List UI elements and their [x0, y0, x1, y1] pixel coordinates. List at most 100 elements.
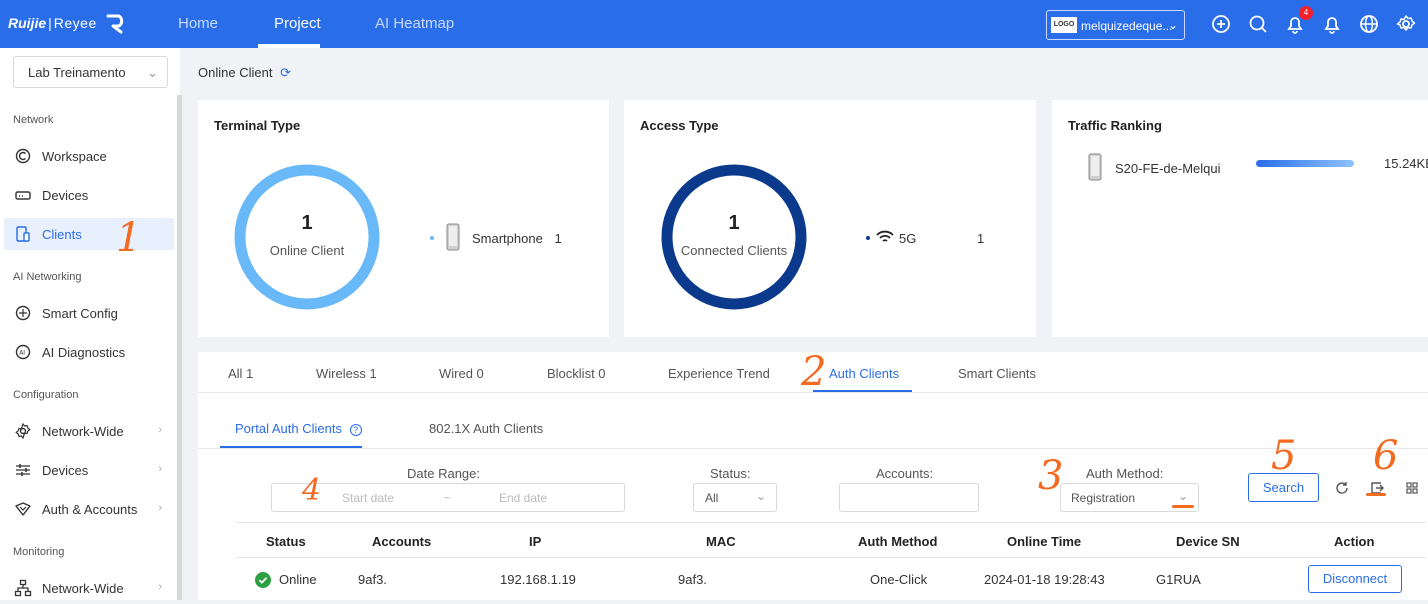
chevron-right-icon: › — [158, 581, 162, 593]
tab-experience-trend[interactable]: Experience Trend — [668, 366, 770, 381]
nav-home[interactable]: Home — [178, 15, 218, 32]
row-auth-method: One-Click — [870, 572, 928, 587]
sidebar-item-label: Auth & Accounts — [42, 502, 138, 517]
sidebar-item-label: Devices — [42, 463, 89, 478]
sidebar-item-auth-accounts[interactable]: Auth & Accounts › — [4, 493, 174, 525]
sidebar-item-workspace[interactable]: Workspace — [4, 140, 174, 172]
date-range-picker[interactable]: Start date ~ End date — [271, 483, 625, 512]
sidebar-item-label: Clients — [42, 227, 82, 242]
refresh-icon[interactable] — [1334, 480, 1350, 496]
sidebar-item-clients[interactable]: Clients — [4, 218, 174, 250]
smartphone-icon — [1088, 153, 1102, 181]
wifi-icon — [876, 230, 894, 242]
tab-8021x-auth-clients[interactable]: 802.1X Auth Clients — [429, 421, 543, 436]
legend-dot — [866, 236, 870, 240]
annotation-underline — [1172, 505, 1194, 508]
sidebar-item-config-devices[interactable]: Devices › — [4, 454, 174, 486]
sidebar-item-devices[interactable]: Devices — [4, 179, 174, 211]
row-account: 9af3. — [358, 572, 387, 587]
tab-wireless[interactable]: Wireless 1 — [316, 366, 377, 381]
disconnect-button[interactable]: Disconnect — [1308, 565, 1402, 593]
row-device-sn: G1RUA — [1156, 572, 1201, 587]
tab-blocklist[interactable]: Blocklist 0 — [547, 366, 606, 381]
sidebar-item-label: Smart Config — [42, 306, 118, 321]
logo-brand: Ruijie — [8, 15, 47, 31]
connected-client-label: Connected Clients — [680, 243, 788, 258]
active-subtab-indicator — [220, 446, 362, 448]
subtab-divider — [198, 448, 1428, 449]
ruijie-reyee-logo[interactable]: Ruijie | Reyee — [8, 12, 129, 34]
globe-language-icon[interactable] — [1358, 13, 1380, 35]
online-client-label: Online Client — [269, 243, 345, 258]
accounts-input[interactable] — [839, 483, 979, 512]
column-device-sn: Device SN — [1176, 534, 1240, 549]
card-title: Access Type — [640, 118, 719, 133]
tab-auth-clients[interactable]: Auth Clients — [829, 366, 899, 381]
date-range-label: Date Range: — [407, 466, 480, 481]
sidebar-item-label: Network-Wide — [42, 581, 124, 596]
sidebar-item-label: Workspace — [42, 149, 107, 164]
tab-portal-auth-clients[interactable]: Portal Auth Clients ? — [235, 421, 362, 436]
sidebar-item-label: Devices — [42, 188, 89, 203]
gear-icon — [15, 422, 31, 440]
project-selector[interactable]: Lab Treinamento ⌄ — [13, 56, 168, 88]
column-mac: MAC — [706, 534, 736, 549]
reyee-logo-mark-icon — [106, 14, 123, 34]
annotation-3: 3 — [1038, 453, 1064, 499]
tab-all[interactable]: All 1 — [228, 366, 253, 381]
add-circle-icon[interactable] — [1210, 13, 1232, 35]
notification-count-badge: 4 — [1299, 6, 1313, 20]
search-icon[interactable] — [1247, 13, 1269, 35]
active-tab-indicator — [813, 390, 912, 392]
breadcrumb: Online Client ⟳ — [198, 65, 291, 81]
chevron-down-icon: ⌄ — [1167, 18, 1178, 32]
router-icon — [15, 191, 31, 200]
account-selector[interactable]: LOGO melquizedeque... ⌄ — [1046, 10, 1185, 40]
ai-diagnostics-icon: AI — [15, 344, 31, 360]
refresh-icon[interactable]: ⟳ — [280, 65, 291, 80]
column-status: Status — [266, 534, 306, 549]
start-date-placeholder: Start date — [342, 491, 395, 505]
smartphone-icon — [446, 223, 460, 251]
section-ai-networking: AI Networking — [13, 271, 82, 283]
logo-separator: | — [48, 15, 52, 31]
column-action: Action — [1334, 534, 1375, 549]
sidebar-item-monitor-network-wide[interactable]: Network-Wide › — [4, 572, 174, 604]
account-logo: LOGO — [1051, 17, 1077, 33]
legend-5g: 5G — [899, 231, 917, 246]
tab-wired[interactable]: Wired 0 — [439, 366, 484, 381]
notification-bell-icon[interactable] — [1321, 13, 1343, 35]
sliders-icon — [16, 464, 30, 476]
status-select[interactable]: All ⌄ — [693, 483, 777, 512]
annotation-4: 4 — [302, 473, 322, 508]
annotation-2: 2 — [801, 349, 827, 395]
card-title: Terminal Type — [214, 118, 301, 133]
traffic-ranking-card: Traffic Ranking S20-FE-de-Melqui 15.24KB — [1052, 100, 1428, 337]
clients-icon — [16, 226, 30, 242]
help-icon[interactable]: ? — [349, 424, 362, 436]
shield-icon — [15, 502, 31, 516]
tab-smart-clients[interactable]: Smart Clients — [958, 366, 1036, 381]
legend-label: Smartphone — [472, 231, 543, 246]
sidebar-item-ai-diagnostics[interactable]: AI AI Diagnostics — [4, 336, 174, 368]
column-settings-icon[interactable] — [1404, 480, 1420, 496]
tab-label: Portal Auth Clients — [235, 421, 342, 436]
nav-ai-heatmap[interactable]: AI Heatmap — [375, 15, 454, 32]
section-network: Network — [13, 114, 54, 126]
nav-active-indicator — [258, 44, 320, 48]
chevron-right-icon: › — [158, 502, 162, 514]
traffic-value: 15.24KB — [1384, 156, 1428, 171]
settings-gear-icon[interactable] — [1395, 13, 1417, 35]
connected-client-count: 1 — [728, 212, 740, 234]
legend-smartphone: Smartphone 1 — [472, 231, 562, 246]
sidebar-scrollbar[interactable] — [177, 95, 182, 600]
column-auth-method: Auth Method — [858, 534, 938, 549]
end-date-placeholder: End date — [499, 491, 548, 505]
sidebar-item-network-wide[interactable]: Network-Wide › — [4, 415, 174, 447]
section-configuration: Configuration — [13, 389, 79, 401]
sidebar-item-smart-config[interactable]: Smart Config — [4, 297, 174, 329]
legend-value: 1 — [554, 231, 562, 246]
auth-method-label: Auth Method: — [1086, 466, 1164, 481]
chevron-down-icon: ⌄ — [147, 65, 158, 80]
nav-project[interactable]: Project — [274, 15, 321, 32]
